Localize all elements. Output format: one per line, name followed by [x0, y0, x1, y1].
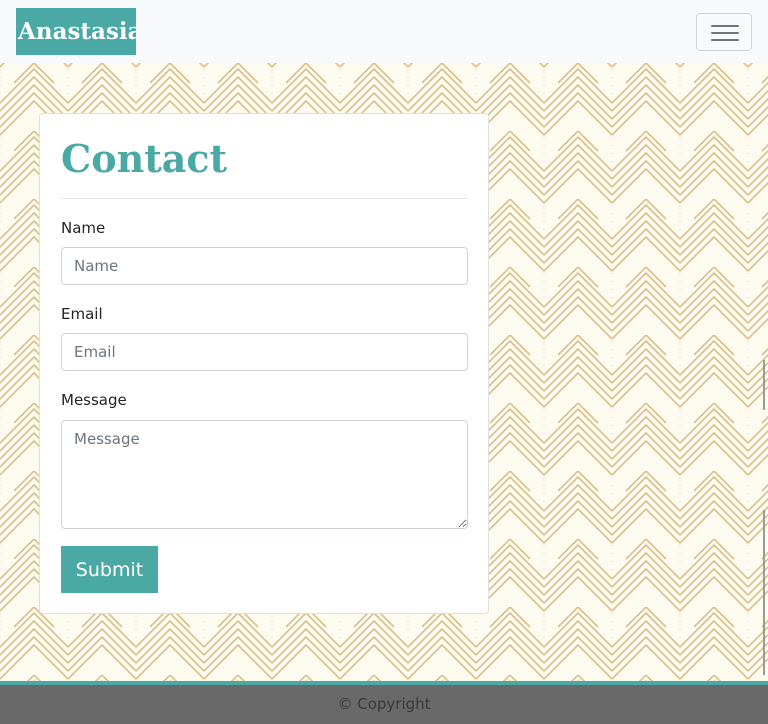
scroll-marker — [763, 360, 765, 410]
message-textarea[interactable] — [61, 420, 468, 529]
message-label: Message — [61, 391, 127, 409]
divider — [61, 198, 468, 199]
email-input[interactable] — [61, 333, 468, 371]
navbar: Anastasia I — [0, 0, 768, 63]
copyright-text: © Copyright — [337, 695, 431, 713]
brand-logo[interactable]: Anastasia I — [16, 8, 136, 55]
navbar-toggler-button[interactable] — [696, 13, 752, 51]
name-input[interactable] — [61, 247, 468, 285]
submit-button[interactable]: Submit — [61, 546, 158, 593]
hamburger-menu-icon — [711, 25, 739, 41]
footer: © Copyright — [0, 685, 768, 724]
name-label: Name — [61, 219, 106, 237]
email-label: Email — [61, 305, 103, 323]
page-title: Contact — [61, 136, 228, 181]
contact-card: Contact Name Email Message Submit — [39, 113, 489, 614]
scroll-marker — [763, 510, 765, 675]
